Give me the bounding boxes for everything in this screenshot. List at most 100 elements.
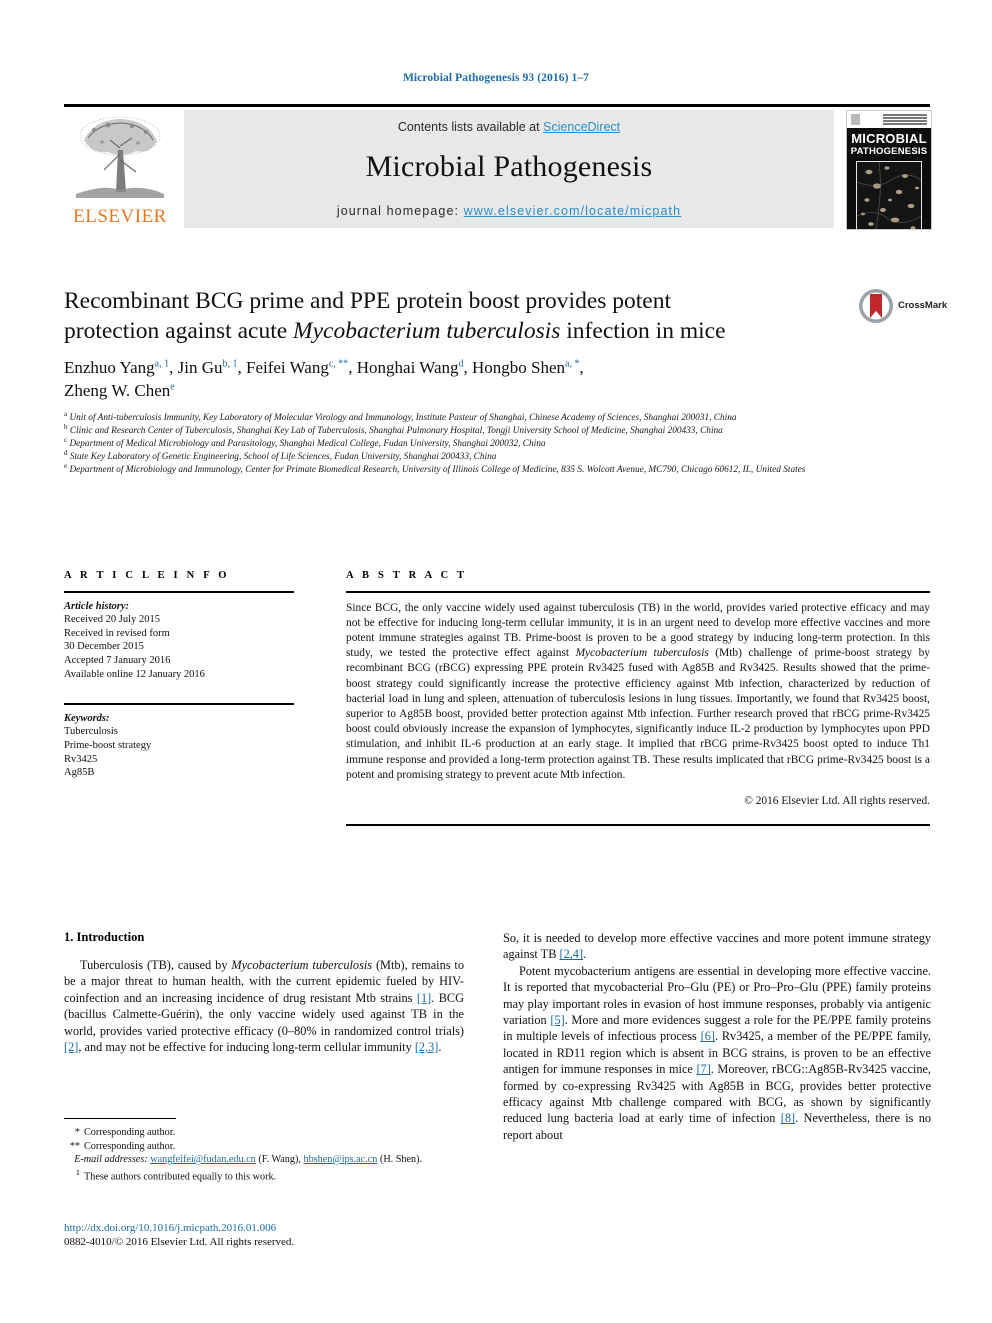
doi-link[interactable]: http://dx.doi.org/10.1016/j.micpath.2016…: [64, 1222, 464, 1234]
journal-masthead: ELSEVIER Contents lists available at Sci…: [64, 104, 932, 230]
footnote-block: * Corresponding author. ** Corresponding a…: [64, 1118, 464, 1184]
keywords-rule: [64, 703, 294, 705]
author-item: Feifei Wangc, **: [246, 358, 348, 377]
abstract-text: Since BCG, the only vaccine widely used …: [346, 601, 930, 783]
keywords-block: Keywords: Tuberculosis Prime-boost strat…: [64, 712, 294, 780]
keyword-item: Ag85B: [64, 767, 95, 779]
cover-title-line1: MICROBIAL: [851, 131, 927, 146]
intro-left-a: Tuberculosis (TB), caused by: [80, 958, 232, 972]
cover-micrograph-image: [856, 161, 922, 229]
footnote-corresponding-1: * Corresponding author.: [64, 1126, 464, 1139]
paper-page: Microbial Pathogenesis 93 (2016) 1–7 ELS…: [0, 0, 992, 1323]
intro-species-name: Mycobacterium tuberculosis: [231, 958, 373, 972]
affiliation-item: a Unit of Anti-tuberculosis Immunity, Ke…: [64, 409, 894, 424]
crossmark-badge[interactable]: CrossMark: [858, 288, 948, 328]
running-head: Microbial Pathogenesis 93 (2016) 1–7: [402, 72, 590, 84]
abstract-heading: A B S T R A C T: [346, 570, 468, 581]
elsevier-tree-icon: [76, 116, 164, 198]
author-item: Honghai Wangd: [357, 358, 464, 377]
author-item: Enzhuo Yanga, 1: [64, 358, 169, 377]
keywords-label: Keywords:: [64, 712, 110, 724]
affiliation-item: e Department of Microbiology and Immunol…: [64, 461, 894, 476]
abstract-part-2: (Mtb) challenge of prime-boost strategy …: [346, 647, 930, 781]
footnote-mark-one: 1: [75, 1167, 80, 1178]
journal-homepage-link[interactable]: www.elsevier.com/locate/micpath: [464, 204, 682, 218]
crossmark-label: CrossMark: [898, 300, 948, 311]
article-history-item: 30 December 2015: [64, 641, 144, 653]
article-history-item: Accepted 7 January 2016: [64, 654, 171, 666]
title-block: Recombinant BCG prime and PPE protein bo…: [64, 286, 854, 346]
cover-header-lines: [883, 114, 927, 126]
citation-ref-7[interactable]: [7]: [696, 1062, 710, 1076]
email-link-wang[interactable]: wangfeifei@fudan.edu.cn: [150, 1154, 256, 1165]
intro-left-e: .: [438, 1040, 442, 1055]
author-name: Hongbo Shen: [472, 358, 566, 377]
author-name: Enzhuo Yang: [64, 358, 155, 377]
cover-elsevier-mark: [851, 114, 860, 125]
citation-ref-8[interactable]: [8]: [781, 1111, 795, 1125]
citation-ref-2[interactable]: [2]: [64, 1040, 78, 1054]
article-history-item: Received in revised form: [64, 627, 170, 639]
keyword-item: Rv3425: [64, 753, 98, 765]
affiliation-text: Unit of Anti-tuberculosis Immunity, Key …: [69, 413, 737, 423]
page-title: Recombinant BCG prime and PPE protein bo…: [64, 286, 854, 346]
title-line-2-pre: protection against acute: [64, 318, 294, 344]
affiliation-item: d State Key Laboratory of Genetic Engine…: [64, 448, 894, 463]
author-item: Jin Gub, 1: [178, 358, 238, 377]
contents-line: Contents lists available at ScienceDirec…: [184, 120, 834, 134]
abstract-species-name: Mycobacterium tuberculosis: [575, 647, 709, 660]
title-line-2-post: infection in mice: [560, 318, 726, 344]
journal-band: Contents lists available at ScienceDirec…: [184, 110, 834, 228]
citation-ref-2-3[interactable]: [2,3]: [415, 1040, 439, 1054]
crossmark-icon[interactable]: [858, 288, 894, 324]
affiliation-text: Department of Medical Microbiology and P…: [69, 438, 546, 449]
section-heading-introduction: 1. Introduction: [64, 930, 145, 944]
footnote-corresponding-2-text: Corresponding author.: [84, 1140, 176, 1152]
elsevier-logo: ELSEVIER: [64, 110, 176, 228]
footnote-equal-contribution: 1 These authors contributed equally to th…: [64, 1166, 464, 1184]
affiliation-mark: e: [64, 461, 68, 470]
intro-paragraph-right-1: So, it is needed to develop more effecti…: [503, 930, 931, 963]
abstract-copyright: © 2016 Elsevier Ltd. All rights reserved…: [744, 795, 930, 808]
citation-ref-6[interactable]: [6]: [701, 1029, 715, 1043]
intro-paragraph-right-2: Potent mycobacterium antigens are essent…: [503, 963, 931, 1143]
sciencedirect-link[interactable]: ScienceDirect: [543, 120, 620, 134]
citation-ref-5[interactable]: [5]: [550, 1013, 564, 1027]
abstract-bottom-rule: [346, 824, 930, 826]
footnote-equal-text: These authors contributed equally to thi…: [84, 1171, 277, 1183]
author-item: Hongbo Shena, *: [472, 358, 579, 377]
affiliation-item: c Department of Medical Microbiology and…: [64, 436, 894, 450]
email-link-shen[interactable]: hbshen@ips.ac.cn: [303, 1154, 377, 1165]
article-info-heading: A R T I C L E I N F O: [64, 570, 230, 581]
affiliation-mark: d: [64, 448, 68, 457]
email-addresses-label: E-mail addresses:: [74, 1154, 148, 1165]
author-name: Jin Gu: [177, 358, 223, 377]
citation-ref-1[interactable]: [1]: [417, 991, 431, 1005]
intro-left-d: , and may not be effective for inducing …: [78, 1040, 415, 1055]
journal-homepage-line: journal homepage: www.elsevier.com/locat…: [184, 204, 834, 218]
author-affil-mark: e: [170, 381, 175, 393]
affiliation-mark: a: [64, 409, 68, 418]
author-affil-mark: c, **: [328, 358, 349, 370]
article-info-rule: [64, 591, 294, 593]
footnote-corresponding-1-text: Corresponding author.: [84, 1127, 176, 1139]
body-left-column: 1. Introduction Tuberculosis (TB), cause…: [64, 930, 464, 1055]
homepage-label: journal homepage:: [336, 204, 464, 218]
affiliation-list: a Unit of Anti-tuberculosis Immunity, Ke…: [64, 409, 894, 477]
citation-ref-2-4[interactable]: [2,4]: [559, 947, 583, 961]
author-affil-mark: a, *: [565, 358, 580, 370]
affiliation-text: Department of Microbiology and Immunolog…: [69, 464, 806, 475]
elsevier-wordmark: ELSEVIER: [73, 206, 167, 227]
intro-right-1b: .: [583, 947, 587, 962]
email-owner-shen: (H. Shen).: [379, 1154, 423, 1165]
journal-cover-thumbnail: MICROBIAL PATHOGENESIS: [846, 110, 932, 230]
author-name: Feifei Wang: [246, 358, 329, 377]
footnote-mark-asterisk: *: [74, 1127, 80, 1139]
title-line-1: Recombinant BCG prime and PPE protein bo…: [64, 288, 672, 314]
article-history-item: Available online 12 January 2016: [64, 668, 205, 680]
abstract-section: A B S T R A C T Since BCG, the only vacc…: [346, 570, 930, 826]
affiliation-text: State Key Laboratory of Genetic Engineer…: [69, 451, 497, 462]
author-name: Honghai Wang: [356, 358, 459, 377]
cover-micrograph-svg: [857, 162, 921, 229]
